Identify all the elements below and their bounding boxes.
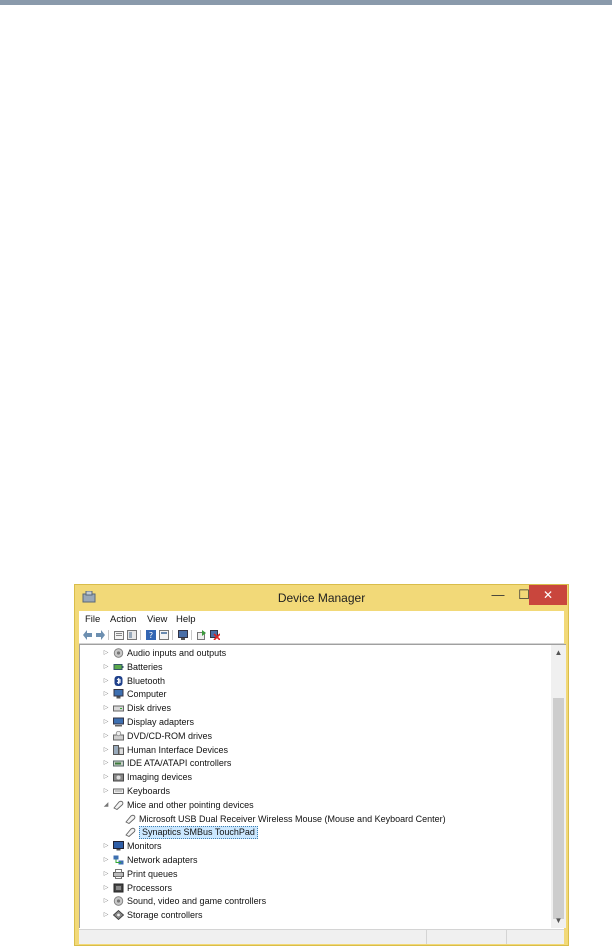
forward-icon[interactable] <box>95 630 105 640</box>
tree-item-label: Imaging devices <box>127 772 193 783</box>
mouse-icon <box>113 800 124 810</box>
expand-arrow-icon[interactable]: ▷ <box>102 647 110 660</box>
minimize-button[interactable]: — <box>485 585 511 605</box>
menu-help[interactable]: Help <box>176 614 196 625</box>
status-pane <box>426 930 507 944</box>
tree-item-label: Mice and other pointing devices <box>127 799 254 810</box>
mouse-icon <box>125 814 136 824</box>
menu-bar: File Action View Help <box>79 611 564 627</box>
window-client-area: File Action View Help ? ▷ Audio inputs an… <box>79 611 566 944</box>
title-bar[interactable]: Device Manager — ☐ ✕ <box>75 585 568 611</box>
tree-item-label: Bluetooth <box>127 675 166 686</box>
hid-icon <box>113 744 124 755</box>
monitor-icon <box>113 841 124 851</box>
menu-view[interactable]: View <box>147 614 167 625</box>
show-hide-icon[interactable] <box>127 630 137 640</box>
tree-item-label: Processors <box>127 882 173 893</box>
expand-arrow-icon[interactable]: ▷ <box>102 854 110 867</box>
dvd-drive-icon <box>113 730 124 741</box>
toolbar-separator <box>172 630 173 640</box>
expand-arrow-icon[interactable]: ▷ <box>102 771 110 784</box>
scroll-down-button[interactable]: ▼ <box>551 913 566 928</box>
menu-action[interactable]: Action <box>110 614 136 625</box>
status-pane <box>506 930 567 944</box>
expand-arrow-icon[interactable]: ▷ <box>102 661 110 674</box>
processor-icon <box>113 883 124 893</box>
toolbar-separator <box>140 630 141 640</box>
tree-item-label: Audio inputs and outputs <box>127 648 227 658</box>
bluetooth-icon <box>114 675 123 686</box>
expand-arrow-icon[interactable]: ▷ <box>102 840 110 853</box>
device-tree[interactable]: ▷ Audio inputs and outputs ▷ Batteries ▷ Blue… <box>79 644 551 928</box>
printer-icon <box>113 868 124 879</box>
mouse-icon <box>125 828 136 838</box>
storage-controller-icon <box>113 910 124 921</box>
tree-item-label: Disk drives <box>127 703 172 714</box>
close-button[interactable]: ✕ <box>529 585 567 605</box>
expand-arrow-icon[interactable]: ▷ <box>102 895 110 908</box>
tree-item-label: Human Interface Devices <box>127 744 229 755</box>
view-icon[interactable] <box>159 630 169 640</box>
scroll-up-button[interactable]: ▲ <box>551 645 566 660</box>
help-icon[interactable]: ? <box>146 630 156 640</box>
tree-item-label: Synaptics SMBus TouchPad <box>139 826 258 840</box>
toolbar: ? <box>79 627 564 644</box>
expand-arrow-icon[interactable]: ▷ <box>102 868 110 881</box>
device-manager-window: Device Manager — ☐ ✕ File Action View He… <box>74 584 569 946</box>
svg-text:?: ? <box>149 631 153 640</box>
tree-item-label: DVD/CD-ROM drives <box>127 730 213 741</box>
computer-icon <box>113 689 124 699</box>
camera-icon <box>113 773 124 782</box>
keyboard-icon <box>113 788 124 794</box>
ide-controller-icon <box>113 760 124 767</box>
monitor-icon[interactable] <box>178 630 188 640</box>
page-header-rule <box>0 0 612 5</box>
toolbar-separator <box>108 630 109 640</box>
collapse-arrow-icon[interactable]: ◢ <box>102 799 110 812</box>
tree-item-label: Microsoft USB Dual Receiver Wireless Mou… <box>139 813 446 824</box>
tree-item-label: Network adapters <box>127 855 198 865</box>
disk-drive-icon <box>113 705 124 712</box>
tree-item-label: Keyboards <box>127 786 171 796</box>
status-bar <box>79 929 564 944</box>
expand-arrow-icon[interactable]: ▷ <box>102 882 110 895</box>
uninstall-icon[interactable] <box>210 630 220 640</box>
menu-file[interactable]: File <box>85 614 100 625</box>
update-driver-icon[interactable] <box>197 630 207 640</box>
tree-item-label: Display adapters <box>127 717 195 727</box>
expand-arrow-icon[interactable]: ▷ <box>102 702 110 715</box>
tree-item-label: Storage controllers <box>127 910 203 921</box>
toolbar-separator <box>191 630 192 640</box>
tree-item-label: Batteries <box>127 661 163 672</box>
scroll-thumb[interactable] <box>553 698 564 919</box>
battery-icon <box>113 663 124 670</box>
expand-arrow-icon[interactable]: ▷ <box>102 744 110 757</box>
speaker-icon <box>113 896 124 907</box>
expand-arrow-icon[interactable]: ▷ <box>102 730 110 743</box>
properties-icon[interactable] <box>114 630 124 640</box>
tree-item-label: Sound, video and game controllers <box>127 896 267 907</box>
back-icon[interactable] <box>83 630 93 640</box>
expand-arrow-icon[interactable]: ▷ <box>102 716 110 729</box>
expand-arrow-icon[interactable]: ▷ <box>102 909 110 922</box>
expand-arrow-icon[interactable]: ▷ <box>102 688 110 701</box>
tree-item-label: IDE ATA/ATAPI controllers <box>127 758 232 769</box>
tree-item-label: Monitors <box>127 841 162 852</box>
network-adapter-icon <box>113 855 124 865</box>
vertical-scrollbar[interactable]: ▲ ▼ <box>551 644 566 928</box>
tree-item-label: Computer <box>127 689 167 700</box>
display-adapter-icon <box>113 717 124 727</box>
speaker-icon <box>113 648 124 658</box>
expand-arrow-icon[interactable]: ▷ <box>102 757 110 770</box>
expand-arrow-icon[interactable]: ▷ <box>102 675 110 688</box>
expand-arrow-icon[interactable]: ▷ <box>102 785 110 798</box>
tree-item-label: Print queues <box>127 868 178 879</box>
